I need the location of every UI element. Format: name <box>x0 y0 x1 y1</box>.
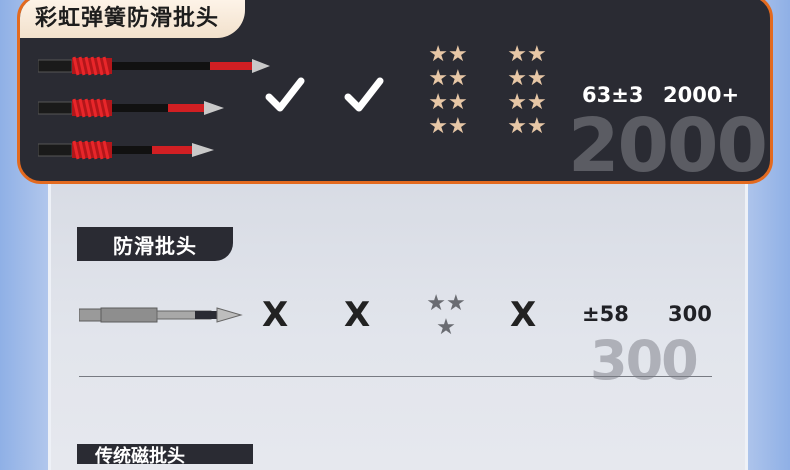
spring-bit-image <box>38 140 214 160</box>
x-mark-icon: X <box>510 295 537 335</box>
watermark-number: 300 <box>590 329 699 392</box>
check-icon <box>265 77 305 112</box>
x-mark-icon: X <box>262 295 289 335</box>
check-icon <box>344 77 384 112</box>
star-rating-3-icon: ★★ ★ <box>426 291 466 340</box>
product-title-tab: 防滑批头 <box>77 227 233 261</box>
product-title-tab: 传统磁批头 <box>77 444 253 464</box>
cycles-value: 300 <box>668 302 712 326</box>
product-title-tab: 彩虹弹簧防滑批头 <box>20 0 246 38</box>
x-mark-icon: X <box>344 295 371 335</box>
watermark-number: 2000+ <box>568 103 770 184</box>
row-divider <box>79 376 712 377</box>
star-rating-8-icon: ★★ ★★ ★★ ★★ <box>507 42 547 139</box>
spring-bit-image <box>38 56 270 76</box>
star-rating-8-icon: ★★ ★★ ★★ ★★ <box>428 42 468 139</box>
cycles-value: 2000+ <box>663 83 740 107</box>
plain-bit-image <box>79 307 243 323</box>
featured-product-card: 2000+ 彩虹弹簧防滑批头 ★★★ <box>17 0 773 184</box>
torque-value: ±58 <box>582 302 629 326</box>
torque-value: 63±3 <box>582 83 644 107</box>
spring-bit-image <box>38 98 224 118</box>
